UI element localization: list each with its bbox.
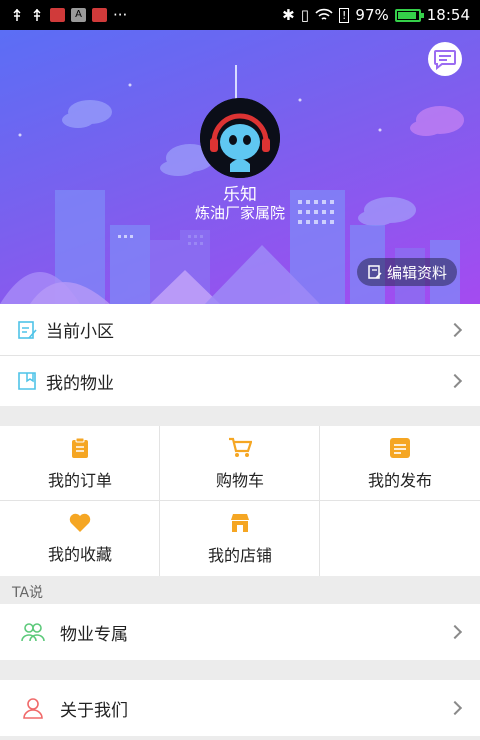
section-title: TA说 [12, 585, 44, 601]
heart-icon [69, 513, 91, 532]
list-item-about-us[interactable]: 关于我们 [0, 680, 480, 736]
usb-icon [13, 8, 21, 21]
chat-bubble-icon [434, 50, 456, 70]
list-item-label: 物业专属 [60, 624, 128, 645]
usb-icon [33, 8, 41, 21]
divider [319, 426, 320, 576]
avatar[interactable] [200, 98, 280, 178]
chevron-right-icon [447, 700, 463, 716]
list-item-label: 关于我们 [60, 700, 128, 721]
robot-avatar-icon [200, 98, 280, 178]
list-item-property-exclusive[interactable]: 物业专属 [0, 604, 480, 660]
grid-item-shop[interactable]: 我的店铺 [160, 501, 320, 576]
list-item-my-property[interactable]: 我的物业 [0, 356, 480, 406]
divider [0, 500, 480, 501]
cart-icon [229, 437, 252, 457]
grid-item-label: 我的订单 [47, 470, 112, 490]
vibrate-icon: ▯ [300, 6, 309, 24]
grid-item-label: 我的店铺 [207, 545, 272, 565]
list-item-current-community[interactable]: 当前小区 [0, 304, 480, 355]
message-button[interactable] [428, 42, 462, 76]
person-icon [23, 698, 43, 719]
shop-icon [231, 513, 249, 532]
community-name: 炼油厂家属院 [194, 204, 285, 222]
grid-item-label: 我的收藏 [47, 544, 112, 564]
bookmark-icon [18, 372, 36, 390]
chevron-right-icon [447, 373, 463, 389]
bluetooth-icon: ✱ [282, 6, 295, 24]
clock: 18:54 [426, 6, 470, 24]
text-notification-icon: A [71, 8, 86, 22]
grid-item-posts[interactable]: 我的发布 [320, 426, 480, 501]
profile-header: 乐知 炼油厂家属院 编辑资料 [0, 30, 480, 304]
edit-profile-label: 编辑资料 [386, 263, 447, 282]
function-grid: 我的订单 购物车 我的发布 我的收藏 我的店铺 [0, 426, 480, 576]
edit-icon [368, 265, 382, 279]
grid-item-orders[interactable]: 我的订单 [0, 426, 160, 501]
clipboard-icon [72, 437, 88, 458]
edit-note-icon [18, 320, 37, 339]
signal-alert-icon: ! [339, 7, 350, 23]
more-icon: ··· [113, 6, 128, 24]
chevron-right-icon [447, 624, 463, 640]
divider [159, 426, 160, 576]
grid-item-label: 我的发布 [367, 470, 432, 490]
edit-profile-button[interactable]: 编辑资料 [357, 258, 457, 286]
list-item-label: 我的物业 [46, 373, 114, 394]
list-item-label: 当前小区 [46, 322, 114, 342]
people-icon [21, 623, 45, 642]
wifi-icon [315, 8, 333, 20]
battery-icon [394, 8, 424, 22]
grid-item-cart[interactable]: 购物车 [160, 426, 320, 501]
app-notification-icon [92, 8, 107, 22]
app-notification-icon [50, 8, 65, 22]
battery-percent: 97% [355, 6, 389, 24]
chevron-right-icon [447, 322, 463, 337]
grid-item-favorites[interactable]: 我的收藏 [0, 501, 160, 576]
grid-item-label: 购物车 [215, 470, 264, 490]
status-bar: A ··· ✱ ▯ ! 97% 18:54 [0, 0, 480, 30]
post-icon [390, 437, 410, 458]
